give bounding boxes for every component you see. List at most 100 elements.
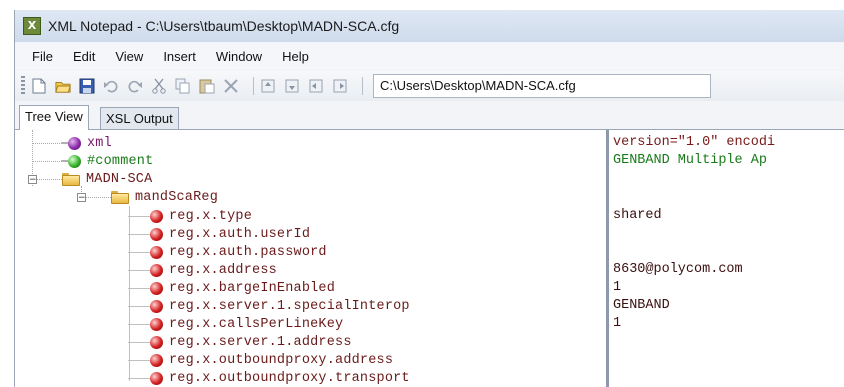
tree-node-label: reg.x.address [169, 262, 277, 278]
tree-line [32, 143, 62, 144]
nudge-right-icon[interactable] [332, 78, 348, 94]
delete-icon[interactable] [223, 78, 239, 94]
nudge-left-icon[interactable] [308, 78, 324, 94]
tree-node-label: reg.x.auth.userId [169, 226, 311, 242]
collapse-toggle-madn-sca[interactable]: − [28, 175, 37, 185]
element-icon [150, 353, 163, 367]
tree-line [86, 197, 111, 198]
toolbar-separator [253, 77, 254, 95]
tree-node-mandscareg[interactable]: mandScaReg [111, 188, 218, 206]
nudge-down-icon[interactable] [284, 78, 300, 94]
redo-icon[interactable] [127, 78, 143, 94]
cut-icon[interactable] [151, 78, 167, 94]
element-icon [150, 299, 163, 313]
open-icon[interactable] [55, 78, 71, 94]
menu-view[interactable]: View [115, 49, 143, 64]
value-comment[interactable]: GENBAND Multiple Ap [613, 152, 767, 170]
menu-edit[interactable]: Edit [73, 49, 95, 64]
comment-icon [68, 154, 81, 168]
undo-icon[interactable] [103, 78, 119, 94]
toolbar-grip[interactable] [21, 76, 25, 96]
tree-node-label: reg.x.server.1.address [169, 334, 352, 350]
tree-node-label: reg.x.outboundproxy.transport [169, 370, 410, 386]
toolbar-separator [362, 77, 363, 95]
copy-icon[interactable] [175, 78, 191, 94]
values-pane[interactable]: version="1.0" encodi GENBAND Multiple Ap… [609, 130, 844, 387]
tab-tree-view[interactable]: Tree View [19, 105, 89, 130]
folder-icon [62, 172, 80, 186]
value-reg-x-type[interactable]: shared [613, 207, 662, 225]
tree-node-reg-x-outboundproxy-transport[interactable]: reg.x.outboundproxy.transport [128, 369, 410, 387]
tree-view-pane[interactable]: − − xml #comment MADN-SCA mandScaReg reg… [15, 130, 606, 387]
tree-node-label: reg.x.bargeInEnabled [169, 280, 336, 296]
tree-node-icon [128, 245, 163, 259]
processing-instruction-icon [68, 136, 81, 150]
tree-node-label: reg.x.callsPerLineKey [169, 316, 344, 332]
tree-node-icon [128, 209, 163, 223]
tree-node-label: MADN-SCA [86, 171, 153, 187]
tab-xsl-output[interactable]: XSL Output [100, 107, 179, 129]
tree-node-reg-x-server-1-address[interactable]: reg.x.server.1.address [128, 333, 352, 351]
tree-node-icon [128, 299, 163, 313]
tree-node-icon [61, 136, 81, 150]
xml-notepad-app-icon: X [23, 17, 41, 35]
title-bar[interactable]: X XML Notepad - C:\Users\tbaum\Desktop\M… [15, 10, 844, 42]
value-reg-x-address[interactable]: 8630@polycom.com [613, 261, 743, 279]
tree-line [32, 161, 62, 162]
tree-node-icon [128, 371, 163, 385]
tree-node-icon [128, 335, 163, 349]
menu-help[interactable]: Help [282, 49, 309, 64]
tree-node-reg-x-auth-userid[interactable]: reg.x.auth.userId [128, 225, 311, 243]
tree-node-reg-x-outboundproxy-address[interactable]: reg.x.outboundproxy.address [128, 351, 394, 369]
tree-node-label: mandScaReg [135, 189, 219, 205]
tree-node-icon [61, 154, 81, 168]
tree-node-icon [128, 281, 163, 295]
tree-node-reg-x-server-1-specialinterop[interactable]: reg.x.server.1.specialInterop [128, 297, 410, 315]
tree-node-xml[interactable]: xml [61, 134, 112, 152]
menu-insert[interactable]: Insert [163, 49, 196, 64]
tree-node-label: #comment [87, 153, 154, 169]
tree-node-label: reg.x.server.1.specialInterop [169, 298, 410, 314]
element-icon [150, 227, 163, 241]
value-reg-x-server-1-specialinterop[interactable]: GENBAND [613, 297, 670, 315]
tree-line [37, 179, 62, 180]
tree-node-comment[interactable]: #comment [61, 152, 154, 170]
view-tabs: Tree View XSL Output [15, 105, 844, 130]
collapse-toggle-mandscareg[interactable]: − [77, 193, 86, 203]
element-icon [150, 245, 163, 259]
nudge-up-icon[interactable] [260, 78, 276, 94]
element-icon [150, 371, 163, 385]
tree-node-icon [128, 317, 163, 331]
paste-icon[interactable] [199, 78, 215, 94]
tree-node-label: reg.x.type [169, 208, 253, 224]
tree-node-icon [128, 353, 163, 367]
value-xml[interactable]: version="1.0" encodi [613, 134, 775, 152]
tree-node-label: reg.x.outboundproxy.address [169, 352, 394, 368]
tree-node-reg-x-address[interactable]: reg.x.address [128, 261, 277, 279]
menu-bar: File Edit View Insert Window Help [15, 43, 844, 69]
menu-window[interactable]: Window [216, 49, 262, 64]
new-icon[interactable] [31, 78, 47, 94]
tree-node-label: reg.x.auth.password [169, 244, 327, 260]
tree-node-icon [128, 227, 163, 241]
save-icon[interactable] [79, 78, 95, 94]
xml-notepad-window: X XML Notepad - C:\Users\tbaum\Desktop\M… [14, 10, 844, 387]
element-icon [150, 335, 163, 349]
toolbar: C:\Users\Desktop\MADN-SCA.cfg [15, 71, 844, 101]
element-icon [150, 317, 163, 331]
element-icon [150, 281, 163, 295]
tree-node-reg-x-bargeinenabled[interactable]: reg.x.bargeInEnabled [128, 279, 336, 297]
window-title: XML Notepad - C:\Users\tbaum\Desktop\MAD… [48, 18, 400, 34]
value-reg-x-bargeinenabled[interactable]: 1 [613, 279, 621, 297]
tree-node-madn-sca[interactable]: MADN-SCA [62, 170, 152, 188]
element-icon [150, 209, 163, 223]
tree-node-reg-x-callsperlinekey[interactable]: reg.x.callsPerLineKey [128, 315, 344, 333]
tree-node-label: xml [87, 135, 112, 151]
menu-file[interactable]: File [32, 49, 53, 64]
file-path-field[interactable]: C:\Users\Desktop\MADN-SCA.cfg [373, 74, 711, 98]
value-reg-x-callsperlinekey[interactable]: 1 [613, 315, 621, 333]
element-icon [150, 263, 163, 277]
folder-icon [111, 190, 129, 204]
tree-node-reg-x-type[interactable]: reg.x.type [128, 207, 253, 225]
tree-node-reg-x-auth-password[interactable]: reg.x.auth.password [128, 243, 327, 261]
